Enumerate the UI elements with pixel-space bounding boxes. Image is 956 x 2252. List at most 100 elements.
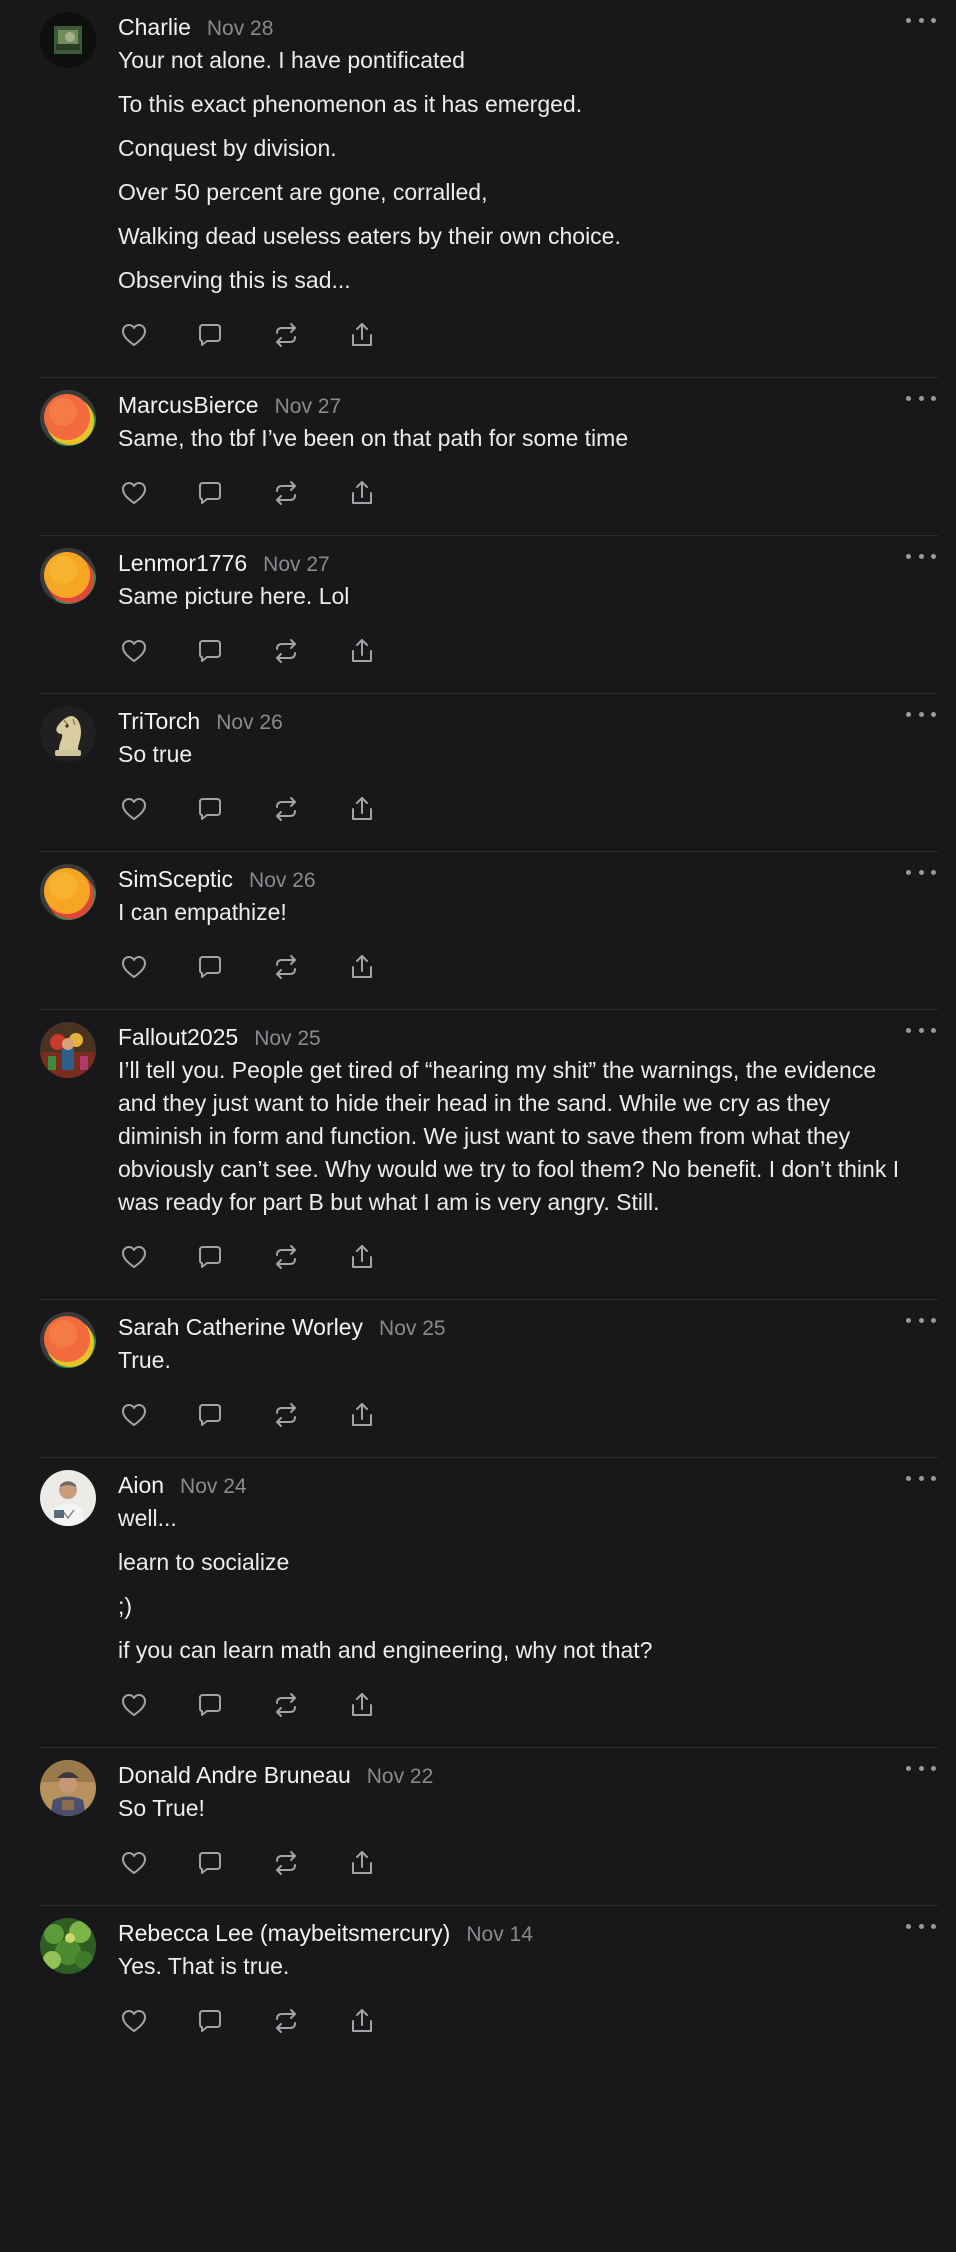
like-button[interactable] xyxy=(118,319,150,351)
avatar[interactable] xyxy=(40,1022,96,1078)
share-button[interactable] xyxy=(346,1241,378,1273)
comment-date[interactable]: Nov 24 xyxy=(180,1470,247,1504)
restack-button[interactable] xyxy=(270,319,302,351)
comment-date[interactable]: Nov 26 xyxy=(216,706,283,740)
restack-button[interactable] xyxy=(270,477,302,509)
more-icon[interactable] xyxy=(906,1018,936,1042)
avatar[interactable] xyxy=(40,864,96,920)
share-button[interactable] xyxy=(346,1689,378,1721)
restack-button[interactable] xyxy=(270,1847,302,1879)
like-button[interactable] xyxy=(118,477,150,509)
more-icon[interactable] xyxy=(906,860,936,884)
share-button[interactable] xyxy=(346,951,378,983)
like-button[interactable] xyxy=(118,1399,150,1431)
share-button[interactable] xyxy=(346,1847,378,1879)
comment-body: True. xyxy=(118,1344,908,1377)
reply-button[interactable] xyxy=(194,793,226,825)
share-button[interactable] xyxy=(346,319,378,351)
share-button[interactable] xyxy=(346,2005,378,2037)
comment-meta: Rebecca Lee (maybeitsmercury) Nov 14 xyxy=(118,1916,908,1950)
more-icon[interactable] xyxy=(906,8,936,32)
more-icon[interactable] xyxy=(906,1466,936,1490)
avatar[interactable] xyxy=(40,1918,96,1974)
reply-button[interactable] xyxy=(194,635,226,667)
share-button[interactable] xyxy=(346,1399,378,1431)
like-button[interactable] xyxy=(118,1689,150,1721)
restack-button[interactable] xyxy=(270,951,302,983)
like-button[interactable] xyxy=(118,951,150,983)
comment-text: Over 50 percent are gone, corralled, xyxy=(118,179,488,205)
avatar[interactable] xyxy=(40,1760,96,1816)
comment-date[interactable]: Nov 25 xyxy=(254,1022,321,1056)
like-button[interactable] xyxy=(118,793,150,825)
restack-button[interactable] xyxy=(270,2005,302,2037)
author-name[interactable]: MarcusBierce xyxy=(118,388,259,422)
avatar[interactable] xyxy=(40,390,96,446)
more-icon[interactable] xyxy=(906,544,936,568)
author-name[interactable]: Donald Andre Bruneau xyxy=(118,1758,351,1792)
comment-icon xyxy=(195,1400,225,1430)
share-button[interactable] xyxy=(346,793,378,825)
restack-button[interactable] xyxy=(270,1689,302,1721)
author-name[interactable]: Fallout2025 xyxy=(118,1020,238,1054)
avatar[interactable] xyxy=(40,706,96,762)
share-icon xyxy=(347,794,377,824)
like-button[interactable] xyxy=(118,2005,150,2037)
comment-actions xyxy=(118,1689,908,1721)
restack-button[interactable] xyxy=(270,1241,302,1273)
author-name[interactable]: SimSceptic xyxy=(118,862,233,896)
more-icon[interactable] xyxy=(906,1914,936,1938)
reply-button[interactable] xyxy=(194,1399,226,1431)
restack-button[interactable] xyxy=(270,635,302,667)
restack-button[interactable] xyxy=(270,1399,302,1431)
share-icon xyxy=(347,1690,377,1720)
avatar[interactable] xyxy=(40,12,96,68)
comment-date[interactable]: Nov 27 xyxy=(263,548,330,582)
more-icon[interactable] xyxy=(906,702,936,726)
comment-content: Aion Nov 24 well... learn to socialize;) if … xyxy=(118,1468,938,1721)
author-name[interactable]: Charlie xyxy=(118,10,191,44)
reply-button[interactable] xyxy=(194,477,226,509)
avatar[interactable] xyxy=(40,548,96,604)
like-button[interactable] xyxy=(118,1847,150,1879)
comment-text: if you can learn math and engineering, w… xyxy=(118,1637,653,1663)
avatar[interactable] xyxy=(40,1470,96,1526)
reply-button[interactable] xyxy=(194,951,226,983)
comment-actions xyxy=(118,635,908,667)
comment-meta: TriTorch Nov 26 xyxy=(118,704,908,738)
like-button[interactable] xyxy=(118,1241,150,1273)
reply-button[interactable] xyxy=(194,2005,226,2037)
comment-date[interactable]: Nov 28 xyxy=(207,12,274,46)
author-name[interactable]: Rebecca Lee (maybeitsmercury) xyxy=(118,1916,450,1950)
heart-icon xyxy=(119,952,149,982)
comment-date[interactable]: Nov 14 xyxy=(466,1918,533,1952)
restack-button[interactable] xyxy=(270,793,302,825)
reply-button[interactable] xyxy=(194,319,226,351)
comment-date[interactable]: Nov 27 xyxy=(275,390,342,424)
comment-date[interactable]: Nov 22 xyxy=(367,1760,434,1794)
author-name[interactable]: Lenmor1776 xyxy=(118,546,247,580)
share-button[interactable] xyxy=(346,477,378,509)
comment-date[interactable]: Nov 25 xyxy=(379,1312,446,1346)
more-icon[interactable] xyxy=(906,1756,936,1780)
reply-button[interactable] xyxy=(194,1847,226,1879)
comment-text: well... xyxy=(118,1505,177,1531)
comment-item: MarcusBierce Nov 27 Same, tho tbf I’ve bee… xyxy=(40,378,938,536)
reply-button[interactable] xyxy=(194,1689,226,1721)
author-name[interactable]: Aion xyxy=(118,1468,164,1502)
author-name[interactable]: Sarah Catherine Worley xyxy=(118,1310,363,1344)
comment-icon xyxy=(195,1848,225,1878)
comment-icon xyxy=(195,478,225,508)
reply-button[interactable] xyxy=(194,1241,226,1273)
avatar[interactable] xyxy=(40,1312,96,1368)
author-name[interactable]: TriTorch xyxy=(118,704,200,738)
comment-text: So true xyxy=(118,741,193,767)
comment-date[interactable]: Nov 26 xyxy=(249,864,316,898)
comment-item: Lenmor1776 Nov 27 Same picture here. Lol xyxy=(40,536,938,694)
like-button[interactable] xyxy=(118,635,150,667)
comment-content: Fallout2025 Nov 25 I’ll tell you. People g… xyxy=(118,1020,938,1273)
more-icon[interactable] xyxy=(906,386,936,410)
share-button[interactable] xyxy=(346,635,378,667)
comment-actions xyxy=(118,1847,908,1879)
more-icon[interactable] xyxy=(906,1308,936,1332)
